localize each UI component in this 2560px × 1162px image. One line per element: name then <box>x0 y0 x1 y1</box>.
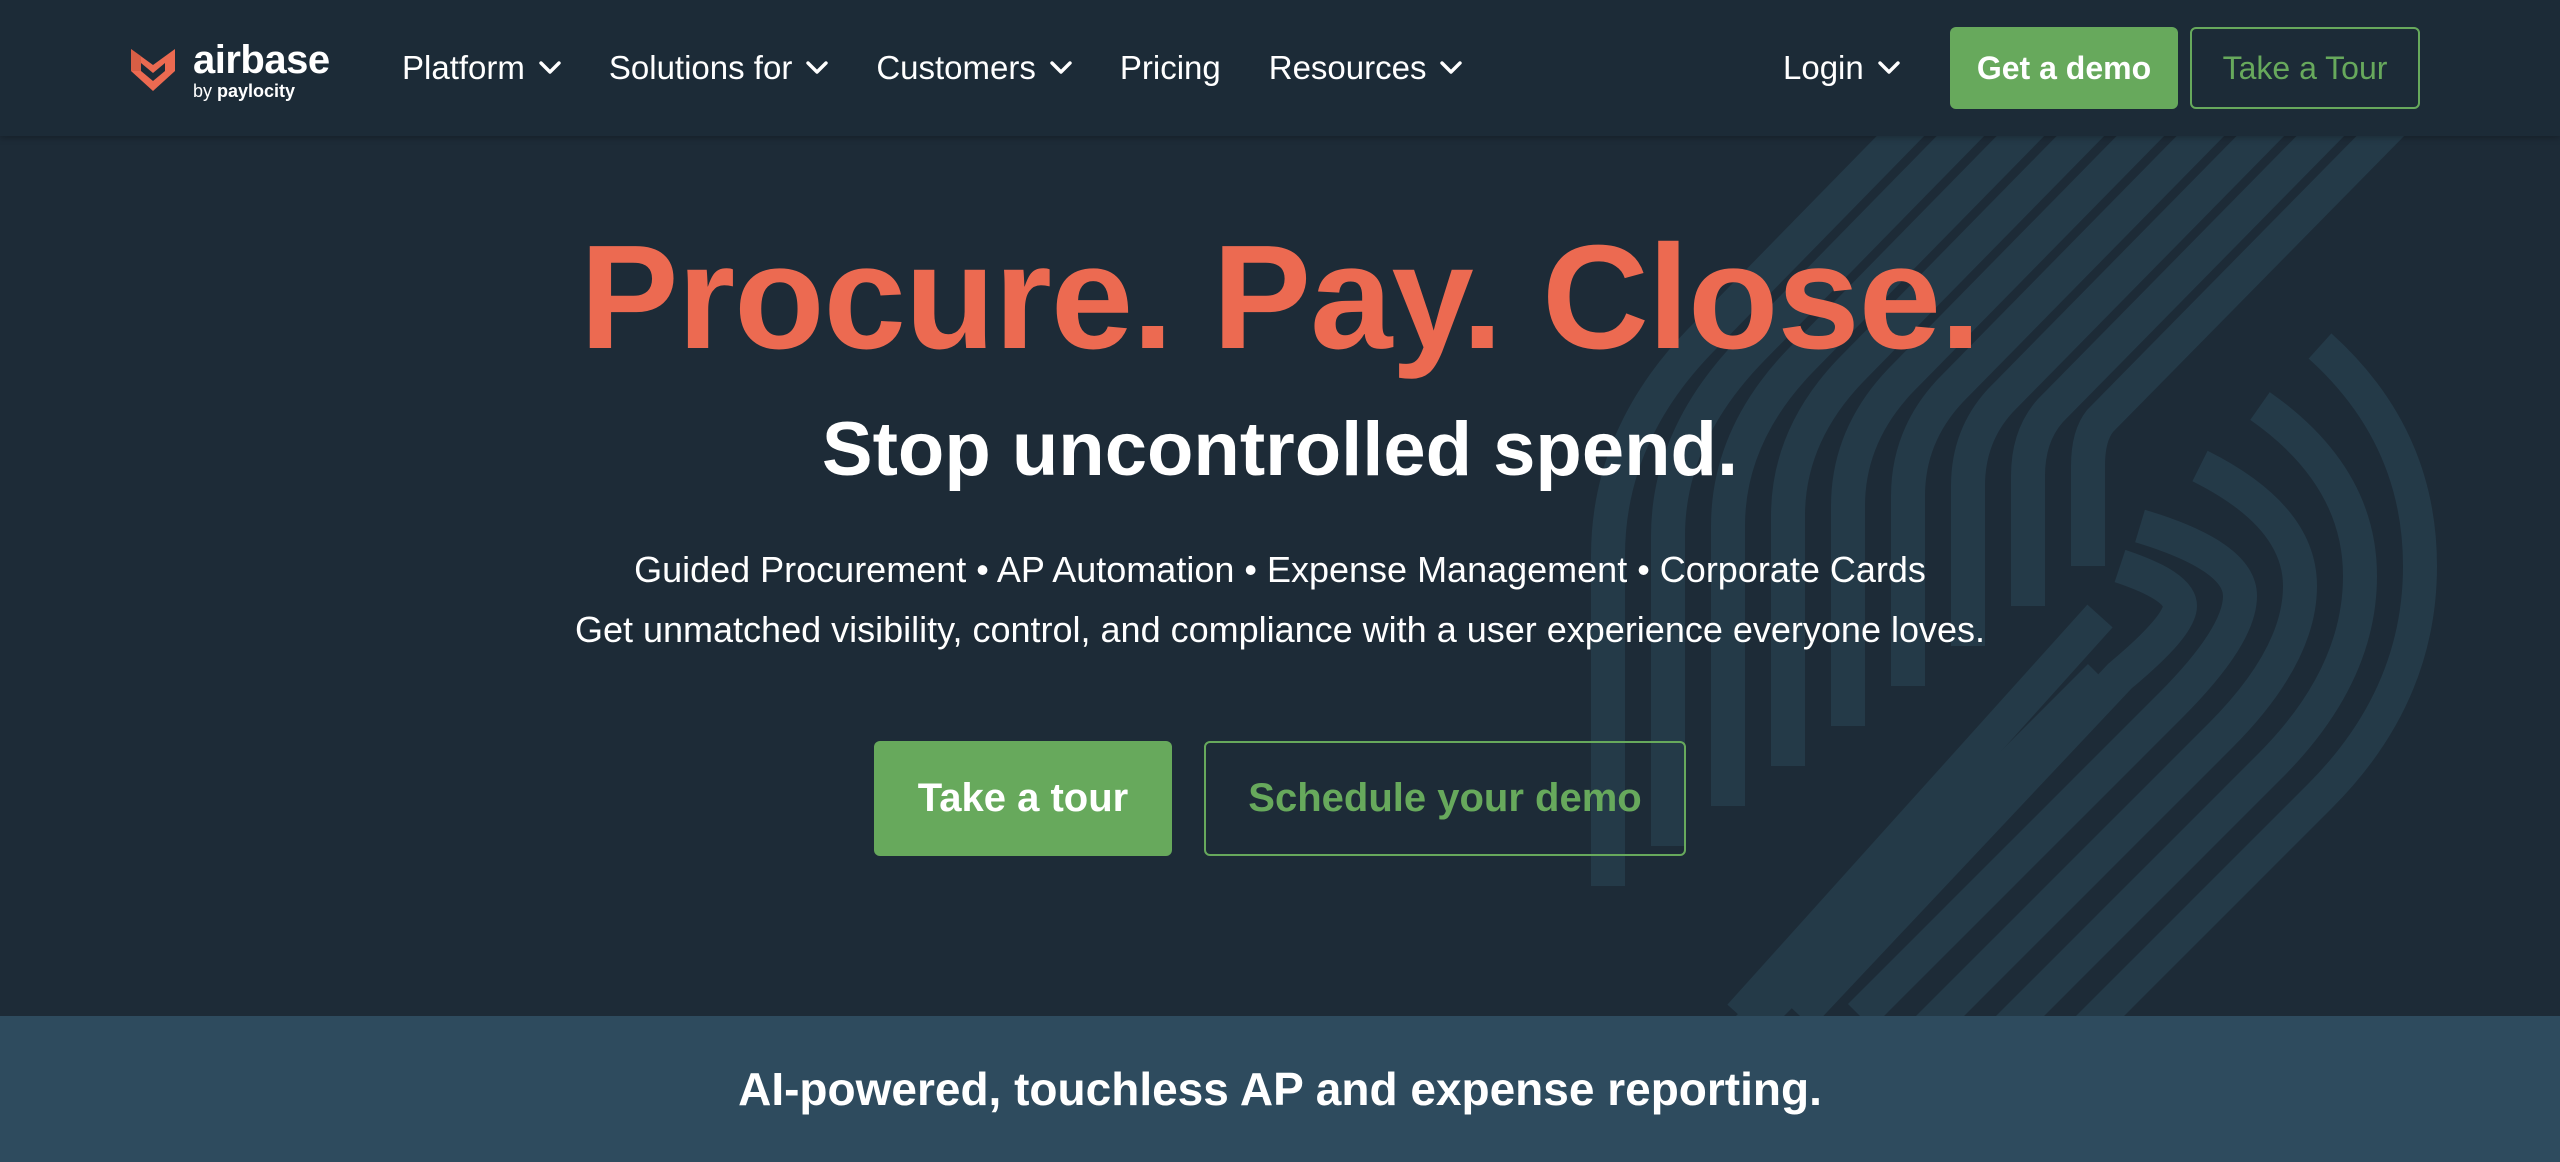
nav-item-platform[interactable]: Platform <box>402 49 561 87</box>
logo-wordmark: airbase <box>193 38 330 82</box>
chevron-down-icon <box>806 61 829 74</box>
nav-item-label: Customers <box>876 49 1036 86</box>
nav-item-label: Solutions for <box>608 49 793 86</box>
feature-band: AI-powered, touchless AP and expense rep… <box>0 1016 2560 1162</box>
hero-feature-list: Guided Procurement • AP Automation • Exp… <box>634 549 1926 590</box>
nav-item-label: Resources <box>1268 49 1427 86</box>
logo-by: by <box>193 81 213 101</box>
airbase-logo[interactable]: airbase by paylocity <box>127 40 330 100</box>
nav-item-customers[interactable]: Customers <box>876 49 1072 87</box>
logo-text: airbase by paylocity <box>193 40 330 100</box>
logo-parent: paylocity <box>217 81 296 101</box>
nav-item-label: Pricing <box>1119 49 1221 86</box>
nav-item-label: Platform <box>402 49 525 86</box>
take-a-tour-nav-button[interactable]: Take a Tour <box>2190 27 2420 109</box>
hero-subtitle: Stop uncontrolled spend. <box>821 407 1739 492</box>
get-a-demo-button[interactable]: Get a demo <box>1950 27 2178 109</box>
hero-title: Procure. Pay. Close. <box>579 215 1981 380</box>
nav-item-solutions[interactable]: Solutions for <box>608 49 829 87</box>
feature-band-heading: AI-powered, touchless AP and expense rep… <box>738 1063 1822 1115</box>
chevron-down-icon <box>1440 61 1463 74</box>
chevron-down-icon <box>539 61 561 74</box>
chevron-down-icon <box>1050 61 1072 74</box>
login-label: Login <box>1783 49 1864 86</box>
airbase-chevron-logo-icon <box>131 49 175 91</box>
hero-description: Get unmatched visibility, control, and c… <box>574 609 1986 650</box>
nav-menu: Platform Solutions for Customers Pricing… <box>402 40 1510 96</box>
take-a-tour-button[interactable]: Take a tour <box>874 741 1172 856</box>
schedule-demo-button[interactable]: Schedule your demo <box>1204 741 1686 856</box>
chevron-down-icon <box>1878 61 1900 74</box>
top-navigation: airbase by paylocity Platform Solutions … <box>0 0 2560 136</box>
nav-item-pricing[interactable]: Pricing <box>1120 49 1221 87</box>
hero-section: Procure. Pay. Close. Stop uncontrolled s… <box>0 136 2560 1016</box>
nav-item-resources[interactable]: Resources <box>1269 49 1463 87</box>
logo-byline: by paylocity <box>193 82 330 100</box>
login-menu[interactable]: Login <box>1783 40 1900 96</box>
